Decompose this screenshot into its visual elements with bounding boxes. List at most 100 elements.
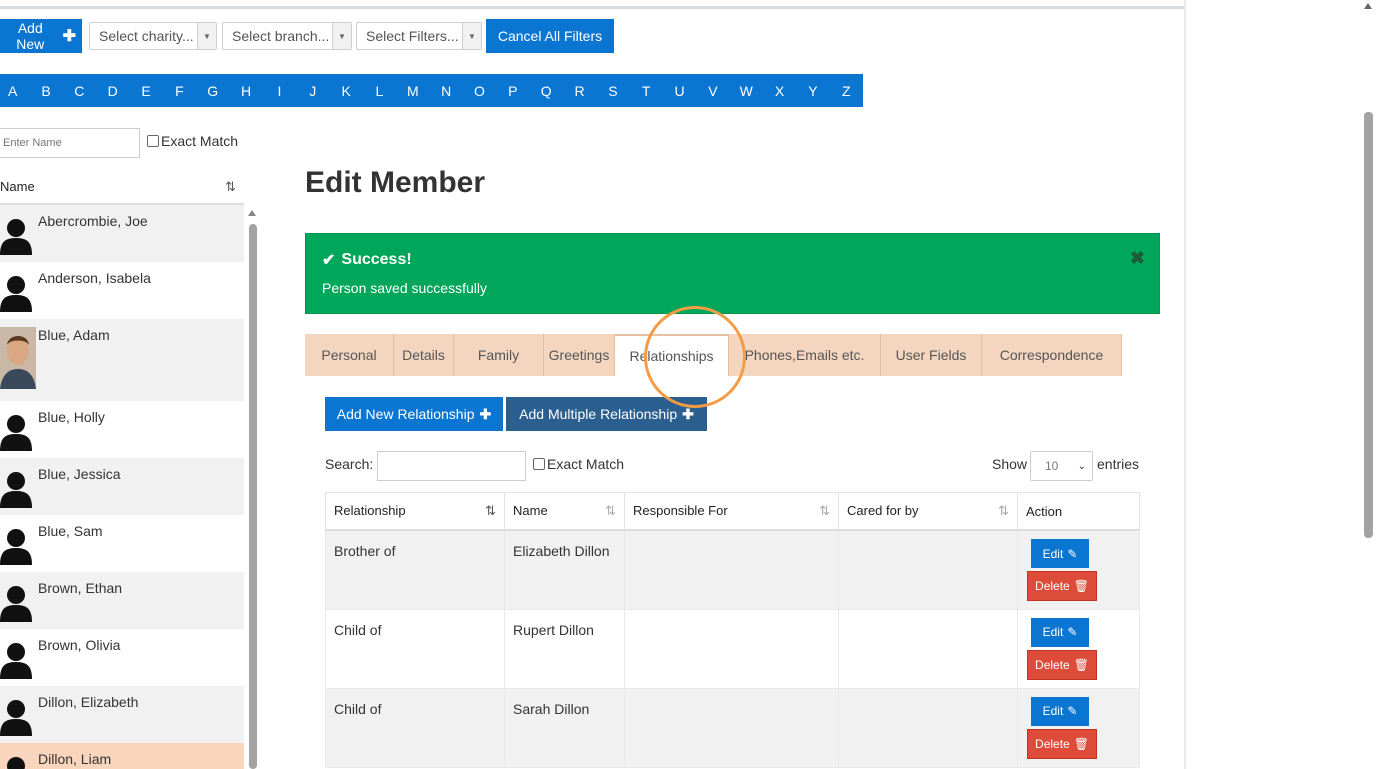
edit-button[interactable]: Edit ✎ — [1031, 617, 1089, 647]
close-icon[interactable]: ✖ — [1130, 248, 1145, 269]
delete-button[interactable]: Delete 🗑 — [1027, 728, 1097, 759]
cell-relationship: Child of — [325, 687, 505, 768]
alphabet-letter-i[interactable]: I — [263, 74, 296, 107]
branch-select[interactable]: Select branch... ▼ — [222, 22, 352, 50]
alphabet-letter-f[interactable]: F — [163, 74, 196, 107]
charity-select-text: Select charity... — [99, 28, 194, 44]
chevron-down-icon: ▼ — [462, 23, 481, 49]
member-list-item[interactable]: Dillon, Liam — [0, 743, 244, 769]
charity-select[interactable]: Select charity... ▼ — [89, 22, 217, 50]
tab-phones-emails-etc[interactable]: Phones,Emails etc. — [729, 334, 881, 376]
alphabet-letter-v[interactable]: V — [696, 74, 729, 107]
member-list-item[interactable]: Blue, Sam — [0, 515, 244, 572]
exact-match-checkbox[interactable]: Exact Match — [147, 133, 238, 149]
entries-per-page-select[interactable]: 10 ⌄ — [1030, 451, 1093, 481]
checkbox-box[interactable] — [533, 458, 545, 470]
tab-details[interactable]: Details — [394, 334, 454, 376]
tab-greetings[interactable]: Greetings — [544, 334, 615, 376]
member-list-item[interactable]: Blue, Adam — [0, 319, 244, 401]
alphabet-letter-n[interactable]: N — [429, 74, 462, 107]
alphabet-letter-m[interactable]: M — [396, 74, 429, 107]
add-multiple-relationship-label: Add Multiple Relationship — [519, 406, 678, 422]
name-search-input[interactable] — [0, 128, 140, 158]
alphabet-letter-y[interactable]: Y — [796, 74, 829, 107]
tab-correspondence[interactable]: Correspondence — [982, 334, 1122, 376]
person-silhouette-icon — [0, 582, 36, 622]
alphabet-letter-g[interactable]: G — [196, 74, 229, 107]
column-label: Relationship — [334, 503, 406, 518]
alphabet-letter-w[interactable]: W — [730, 74, 763, 107]
column-label: Action — [1026, 503, 1063, 519]
page-scrollbar[interactable] — [1364, 112, 1373, 538]
alphabet-letter-e[interactable]: E — [129, 74, 162, 107]
alphabet-letter-u[interactable]: U — [663, 74, 696, 107]
alphabet-letter-b[interactable]: B — [29, 74, 62, 107]
column-header-name[interactable]: Name ⇅ — [504, 492, 625, 531]
person-silhouette-icon — [0, 272, 36, 312]
member-list-item[interactable]: Brown, Ethan — [0, 572, 244, 629]
page-scroll-up-arrow-icon[interactable] — [1364, 3, 1372, 9]
member-list-item[interactable]: Anderson, Isabela — [0, 262, 244, 319]
exact-match-label: Exact Match — [547, 456, 625, 472]
cell-cared-for-by — [838, 687, 1018, 768]
person-silhouette-icon — [0, 525, 36, 565]
alphabet-letter-o[interactable]: O — [463, 74, 496, 107]
exact-match-label: Exact Match — [161, 133, 239, 149]
alphabet-letter-c[interactable]: C — [63, 74, 96, 107]
column-label: Responsible For — [633, 503, 728, 518]
delete-button[interactable]: Delete 🗑 — [1027, 649, 1097, 680]
alphabet-letter-z[interactable]: Z — [830, 74, 863, 107]
relationship-search-input[interactable] — [377, 451, 526, 481]
delete-button[interactable]: Delete 🗑 — [1027, 571, 1097, 601]
edit-button[interactable]: Edit ✎ — [1031, 696, 1089, 726]
chevron-down-icon: ▼ — [332, 23, 351, 49]
sort-icon: ⇅ — [819, 503, 830, 518]
show-label: Show — [992, 456, 1028, 472]
column-header-relationship[interactable]: Relationship ⇅ — [325, 492, 505, 531]
member-name: Blue, Holly — [38, 409, 105, 425]
alphabet-letter-l[interactable]: L — [363, 74, 396, 107]
person-silhouette-icon — [0, 468, 36, 508]
cell-action: Edit ✎ Delete 🗑 — [1017, 687, 1140, 768]
member-list-item[interactable]: Abercrombie, Joe — [0, 205, 244, 262]
add-new-relationship-button[interactable]: Add New Relationship ✚ — [325, 397, 503, 431]
alphabet-letter-j[interactable]: J — [296, 74, 329, 107]
edit-label: Edit — [1042, 546, 1064, 561]
cancel-all-filters-button[interactable]: Cancel All Filters — [486, 19, 614, 53]
edit-button[interactable]: Edit ✎ — [1031, 539, 1089, 568]
alphabet-letter-x[interactable]: X — [763, 74, 796, 107]
member-list-item[interactable]: Brown, Olivia — [0, 629, 244, 686]
column-header-responsible-for[interactable]: Responsible For ⇅ — [624, 492, 839, 531]
checkbox-box[interactable] — [147, 135, 159, 147]
relationship-exact-match-checkbox[interactable]: Exact Match — [533, 456, 624, 472]
scroll-up-arrow-icon[interactable] — [248, 210, 256, 216]
filters-select-text: Select Filters... — [366, 28, 459, 44]
alphabet-letter-p[interactable]: P — [496, 74, 529, 107]
sort-icon: ⇅ — [605, 503, 616, 518]
member-list-item[interactable]: Blue, Holly — [0, 401, 244, 458]
member-list-item[interactable]: Blue, Jessica — [0, 458, 244, 515]
member-list-header[interactable]: Name ⇅ — [0, 170, 244, 205]
alphabet-letter-k[interactable]: K — [329, 74, 362, 107]
filters-select[interactable]: Select Filters... ▼ — [356, 22, 482, 50]
tab-personal[interactable]: Personal — [305, 334, 394, 376]
tab-user-fields[interactable]: User Fields — [881, 334, 982, 376]
member-list-item[interactable]: Dillon, Elizabeth — [0, 686, 244, 743]
member-name: Blue, Sam — [38, 523, 103, 539]
member-name: Blue, Jessica — [38, 466, 121, 482]
relationships-table: Relationship ⇅ Name ⇅ Responsible For ⇅ Car… — [325, 492, 1140, 768]
add-new-button[interactable]: Add New ✚ — [0, 19, 82, 53]
member-list-scrollbar[interactable] — [249, 224, 257, 769]
alphabet-filter-bar: ABCDEFGHIJKLMNOPQRSTUVWXYZ — [0, 74, 863, 107]
alphabet-letter-h[interactable]: H — [229, 74, 262, 107]
alphabet-letter-s[interactable]: S — [596, 74, 629, 107]
person-silhouette-icon — [0, 753, 36, 769]
member-list-header-label: Name — [0, 179, 35, 194]
column-header-cared-for-by[interactable]: Cared for by ⇅ — [838, 492, 1018, 531]
alphabet-letter-r[interactable]: R — [563, 74, 596, 107]
alphabet-letter-q[interactable]: Q — [530, 74, 563, 107]
alphabet-letter-t[interactable]: T — [630, 74, 663, 107]
tab-family[interactable]: Family — [454, 334, 544, 376]
alphabet-letter-a[interactable]: A — [0, 74, 29, 107]
alphabet-letter-d[interactable]: D — [96, 74, 129, 107]
